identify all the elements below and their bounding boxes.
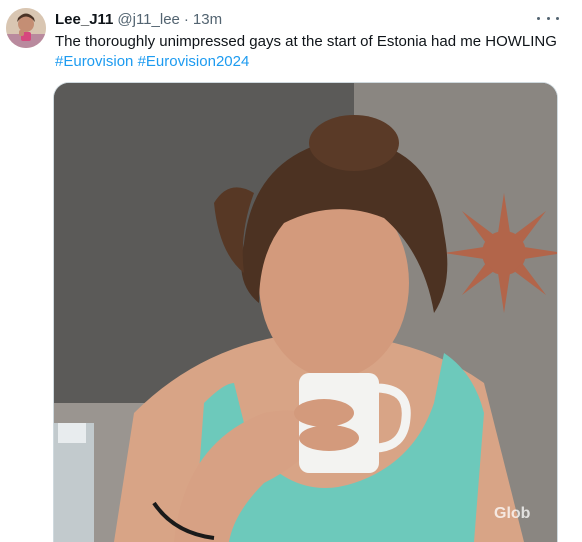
separator-dot: · — [183, 10, 189, 28]
author-handle[interactable]: @j11_lee — [117, 11, 180, 28]
media-watermark: Glob — [494, 505, 531, 522]
hashtag-row: #Eurovision #Eurovision2024 — [55, 52, 249, 72]
tweet-header: Lee_J11 @j11_lee · 13m — [55, 9, 222, 29]
avatar[interactable] — [6, 8, 46, 48]
tweet-text: The thoroughly unimpressed gays at the s… — [55, 33, 557, 50]
more-horizontal-icon[interactable] — [537, 9, 559, 27]
timestamp[interactable]: 13m — [193, 11, 222, 28]
author-name[interactable]: Lee_J11 — [55, 11, 113, 28]
hashtag-link[interactable]: #Eurovision2024 — [138, 53, 250, 70]
user-avatar-image — [6, 8, 46, 48]
hashtag-link[interactable]: #Eurovision — [55, 53, 133, 70]
tweet-media[interactable]: Glob — [53, 82, 558, 542]
gif-image — [54, 83, 557, 542]
tweet-card[interactable]: Lee_J11 @j11_lee · 13m The thoroughly un… — [0, 0, 582, 542]
